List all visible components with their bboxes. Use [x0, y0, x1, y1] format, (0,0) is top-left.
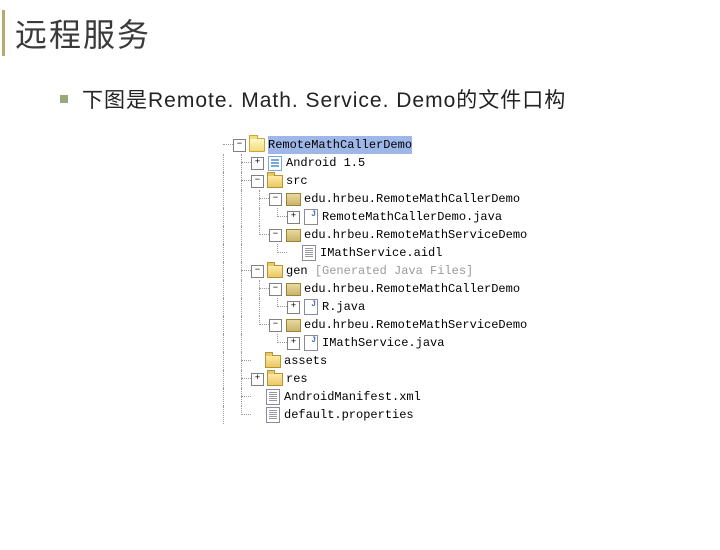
project-label: RemoteMathCallerDemo — [268, 136, 412, 154]
tree-node-project[interactable]: − RemoteMathCallerDemo — [215, 136, 720, 154]
tree-node-res[interactable]: + res — [215, 370, 720, 388]
tree-node-gen-pkg-service[interactable]: − edu.hrbeu.RemoteMathServiceDemo — [215, 316, 720, 334]
tree-node-android-lib[interactable]: + Android 1.5 — [215, 154, 720, 172]
source-folder-icon — [267, 263, 283, 279]
caller-java-label: RemoteMathCallerDemo.java — [322, 208, 502, 226]
tree-node-aidl[interactable]: IMathService.aidl — [215, 244, 720, 262]
library-icon — [267, 155, 283, 171]
expand-icon[interactable]: + — [251, 157, 264, 170]
expand-icon[interactable]: + — [287, 337, 300, 350]
manifest-label: AndroidManifest.xml — [284, 388, 421, 406]
package-icon — [285, 317, 301, 333]
bullet-text: 下图是Remote. Math. Service. Demo的文件口构 — [82, 84, 566, 114]
tree-node-manifest[interactable]: AndroidManifest.xml — [215, 388, 720, 406]
java-file-icon — [303, 335, 319, 351]
tree-node-pkg-caller[interactable]: − edu.hrbeu.RemoteMathCallerDemo — [215, 190, 720, 208]
slide-body: 下图是Remote. Math. Service. Demo的文件口构 − Re… — [60, 84, 720, 424]
android-lib-label: Android 1.5 — [286, 154, 365, 172]
tree-node-imath-java[interactable]: + IMathService.java — [215, 334, 720, 352]
collapse-icon[interactable]: − — [269, 229, 282, 242]
tree-node-r-java[interactable]: + R.java — [215, 298, 720, 316]
collapse-icon[interactable]: − — [269, 319, 282, 332]
gen-pkg-caller-label: edu.hrbeu.RemoteMathCallerDemo — [304, 280, 520, 298]
slide-title-block: 远程服务 — [2, 10, 720, 56]
tree-node-src[interactable]: − src — [215, 172, 720, 190]
java-file-icon — [303, 209, 319, 225]
tree-node-pkg-service[interactable]: − edu.hrbeu.RemoteMathServiceDemo — [215, 226, 720, 244]
bullet-square-icon — [60, 95, 68, 103]
package-icon — [285, 191, 301, 207]
pkg-caller-label: edu.hrbeu.RemoteMathCallerDemo — [304, 190, 520, 208]
expand-icon[interactable]: + — [287, 301, 300, 314]
collapse-icon[interactable]: − — [233, 139, 246, 152]
assets-label: assets — [284, 352, 327, 370]
bullet-row: 下图是Remote. Math. Service. Demo的文件口构 — [60, 84, 720, 114]
slide-title: 远程服务 — [15, 17, 151, 53]
pkg-service-label: edu.hrbeu.RemoteMathServiceDemo — [304, 226, 527, 244]
imath-java-label: IMathService.java — [322, 334, 444, 352]
file-icon — [265, 389, 281, 405]
source-folder-icon — [267, 173, 283, 189]
tree-node-default-props[interactable]: default.properties — [215, 406, 720, 424]
package-icon — [285, 281, 301, 297]
file-icon — [301, 245, 317, 261]
expand-icon[interactable]: + — [251, 373, 264, 386]
file-icon — [265, 407, 281, 423]
collapse-icon[interactable]: − — [269, 193, 282, 206]
folder-icon — [267, 371, 283, 387]
collapse-icon[interactable]: − — [269, 283, 282, 296]
java-file-icon — [303, 299, 319, 315]
project-folder-icon — [249, 137, 265, 153]
package-icon — [285, 227, 301, 243]
gen-pkg-service-label: edu.hrbeu.RemoteMathServiceDemo — [304, 316, 527, 334]
tree-node-assets[interactable]: assets — [215, 352, 720, 370]
collapse-icon[interactable]: − — [251, 175, 264, 188]
default-props-label: default.properties — [284, 406, 414, 424]
folder-icon — [265, 353, 281, 369]
package-explorer-tree[interactable]: − RemoteMathCallerDemo + Android 1.5 − s… — [215, 136, 720, 424]
res-label: res — [286, 370, 308, 388]
collapse-icon[interactable]: − — [251, 265, 264, 278]
gen-label: gen — [286, 262, 308, 280]
tree-node-caller-java[interactable]: + RemoteMathCallerDemo.java — [215, 208, 720, 226]
gen-suffix: [Generated Java Files] — [315, 262, 473, 280]
aidl-label: IMathService.aidl — [320, 244, 442, 262]
expand-icon[interactable]: + — [287, 211, 300, 224]
tree-node-gen[interactable]: − gen [Generated Java Files] — [215, 262, 720, 280]
src-label: src — [286, 172, 308, 190]
tree-node-gen-pkg-caller[interactable]: − edu.hrbeu.RemoteMathCallerDemo — [215, 280, 720, 298]
r-java-label: R.java — [322, 298, 365, 316]
